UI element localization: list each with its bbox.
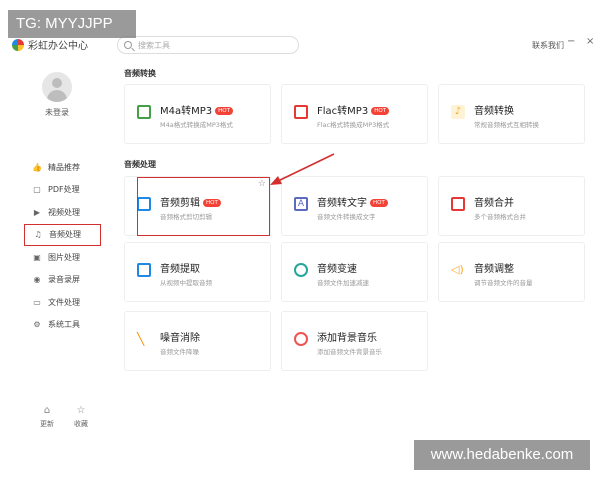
card-title: 音频转文字: [317, 198, 367, 209]
wand-icon: ╲: [137, 332, 145, 346]
app-title: 彩虹办公中心: [28, 41, 88, 52]
card-title: 音频变速: [317, 264, 357, 275]
annotation-arrow-icon: [270, 153, 335, 185]
tool-card-audio-convert[interactable]: ♪ 音频转换 常规音频格式互相转换: [438, 84, 585, 144]
contact-us-link[interactable]: 联系我们: [532, 40, 564, 51]
tool-card-add-background-music[interactable]: 添加背景音乐 添加音频文件背景音乐: [281, 311, 428, 371]
folder-icon: ▭: [33, 297, 41, 307]
card-desc: 音频文件转换成文字: [317, 213, 376, 221]
sidebar-item-file[interactable]: ▭ 文件处理: [24, 291, 110, 314]
audio-file-icon: [137, 105, 151, 119]
update-button[interactable]: ⌂ 更新: [30, 405, 64, 429]
favorites-label: 收藏: [74, 420, 88, 428]
hot-badge: HOT: [370, 199, 388, 207]
hot-badge: HOT: [371, 107, 390, 115]
favorites-button[interactable]: ☆ 收藏: [64, 405, 98, 429]
sidebar-nav: 👍 精品推荐 ▢ PDF处理 ▶ 视频处理 ♫ 音频处理 ▣ 图片处理 ◉ 录音…: [24, 156, 110, 336]
section-title-convert: 音频转换: [124, 69, 156, 78]
highlight-box: [137, 177, 270, 236]
tool-card-audio-volume[interactable]: ◁) 音频调整 调节音频文件的音量: [438, 242, 585, 302]
card-title: 音频合并: [474, 198, 514, 209]
tool-card-audio-merge[interactable]: 音频合并 多个音频格式合并: [438, 176, 585, 236]
volume-icon: ◁): [451, 263, 464, 276]
card-desc: M4a格式转换成MP3格式: [160, 121, 233, 129]
watermark-bottom: www.hedabenke.com: [414, 440, 590, 470]
app-logo: 彩虹办公中心: [12, 37, 88, 52]
card-title: 音频提取: [160, 264, 200, 275]
section-title-process: 音频处理: [124, 160, 156, 169]
thumb-icon: 👍: [32, 162, 42, 172]
disc-icon: [294, 332, 308, 346]
user-icon-body: [47, 90, 67, 102]
search-input[interactable]: 搜索工具: [117, 36, 299, 54]
record-icon: ◉: [33, 275, 41, 285]
audio-merge-icon: [451, 197, 465, 211]
sidebar: 未登录 👍 精品推荐 ▢ PDF处理 ▶ 视频处理 ♫ 音频处理 ▣ 图片处理: [0, 60, 110, 480]
card-desc: Flac格式转换成MP3格式: [317, 121, 390, 129]
avatar[interactable]: [42, 72, 72, 102]
card-desc: 从视频中提取音频: [160, 279, 212, 287]
pdf-icon: ▢: [33, 185, 41, 195]
card-desc: 常规音频格式互相转换: [474, 121, 539, 129]
sidebar-item-video[interactable]: ▶ 视频处理: [24, 201, 110, 224]
sidebar-item-label: 音频处理: [49, 230, 81, 240]
music-icon: ♫: [34, 230, 42, 240]
sidebar-bottom: ⌂ 更新 ☆ 收藏: [30, 405, 98, 429]
music-note-icon: ♪: [451, 105, 465, 119]
tool-card-flac-to-mp3[interactable]: Flac转MP3 HOT Flac格式转换成MP3格式: [281, 84, 428, 144]
speed-icon: [294, 263, 308, 277]
close-button[interactable]: ×: [586, 36, 594, 47]
tool-card-noise-removal[interactable]: ╲ 噪音消除 音频文件降噪: [124, 311, 271, 371]
search-placeholder: 搜索工具: [138, 40, 170, 50]
sidebar-item-label: 文件处理: [48, 297, 80, 307]
update-icon: ⌂: [43, 405, 51, 416]
sidebar-item-label: PDF处理: [48, 185, 80, 195]
sidebar-item-label: 录音录屏: [48, 275, 80, 285]
card-title: 音频转换: [474, 106, 514, 117]
minimize-button[interactable]: −: [567, 36, 575, 47]
watermark-top: TG: MYYJJPP: [8, 10, 136, 38]
search-icon: [124, 41, 132, 49]
sidebar-item-record[interactable]: ◉ 录音录屏: [24, 269, 110, 292]
app-window: 彩虹办公中心 搜索工具 联系我们 − × 未登录 👍 精品推荐 ▢ PDF处理: [0, 0, 600, 480]
card-desc: 音频文件降噪: [160, 348, 199, 356]
sidebar-item-system[interactable]: ⚙ 系统工具: [24, 314, 110, 337]
sidebar-item-audio[interactable]: ♫ 音频处理: [24, 223, 101, 246]
star-icon: ☆: [76, 405, 86, 416]
card-desc: 调节音频文件的音量: [474, 279, 533, 287]
audio-extract-icon: [137, 263, 151, 277]
login-status[interactable]: 未登录: [0, 107, 114, 118]
card-title: M4a转MP3: [160, 106, 213, 117]
video-icon: ▶: [33, 207, 41, 217]
text-icon: A: [294, 197, 308, 211]
sidebar-item-image[interactable]: ▣ 图片处理: [24, 246, 110, 269]
sidebar-item-label: 系统工具: [48, 320, 80, 330]
card-title: 添加背景音乐: [317, 333, 377, 344]
sidebar-item-pdf[interactable]: ▢ PDF处理: [24, 179, 110, 202]
card-desc: 添加音频文件背景音乐: [317, 348, 382, 356]
card-desc: 多个音频格式合并: [474, 213, 526, 221]
image-icon: ▣: [33, 252, 41, 262]
audio-file-icon: [294, 105, 308, 119]
system-icon: ⚙: [33, 320, 41, 330]
card-title: 音频调整: [474, 264, 514, 275]
tool-card-m4a-to-mp3[interactable]: M4a转MP3 HOT M4a格式转换成MP3格式: [124, 84, 271, 144]
sidebar-item-label: 精品推荐: [48, 162, 80, 172]
sidebar-item-label: 图片处理: [48, 252, 80, 262]
card-title: Flac转MP3: [317, 106, 369, 117]
sidebar-item-recommended[interactable]: 👍 精品推荐: [24, 156, 110, 179]
user-icon: [52, 78, 62, 88]
hot-badge: HOT: [215, 107, 233, 115]
card-desc: 音频文件加速减速: [317, 279, 369, 287]
card-title: 噪音消除: [160, 333, 200, 344]
tool-card-audio-speed[interactable]: 音频变速 音频文件加速减速: [281, 242, 428, 302]
tool-card-audio-extract[interactable]: 音频提取 从视频中提取音频: [124, 242, 271, 302]
rainbow-logo-icon: [12, 38, 24, 51]
sidebar-item-label: 视频处理: [48, 207, 80, 217]
update-label: 更新: [40, 420, 54, 428]
